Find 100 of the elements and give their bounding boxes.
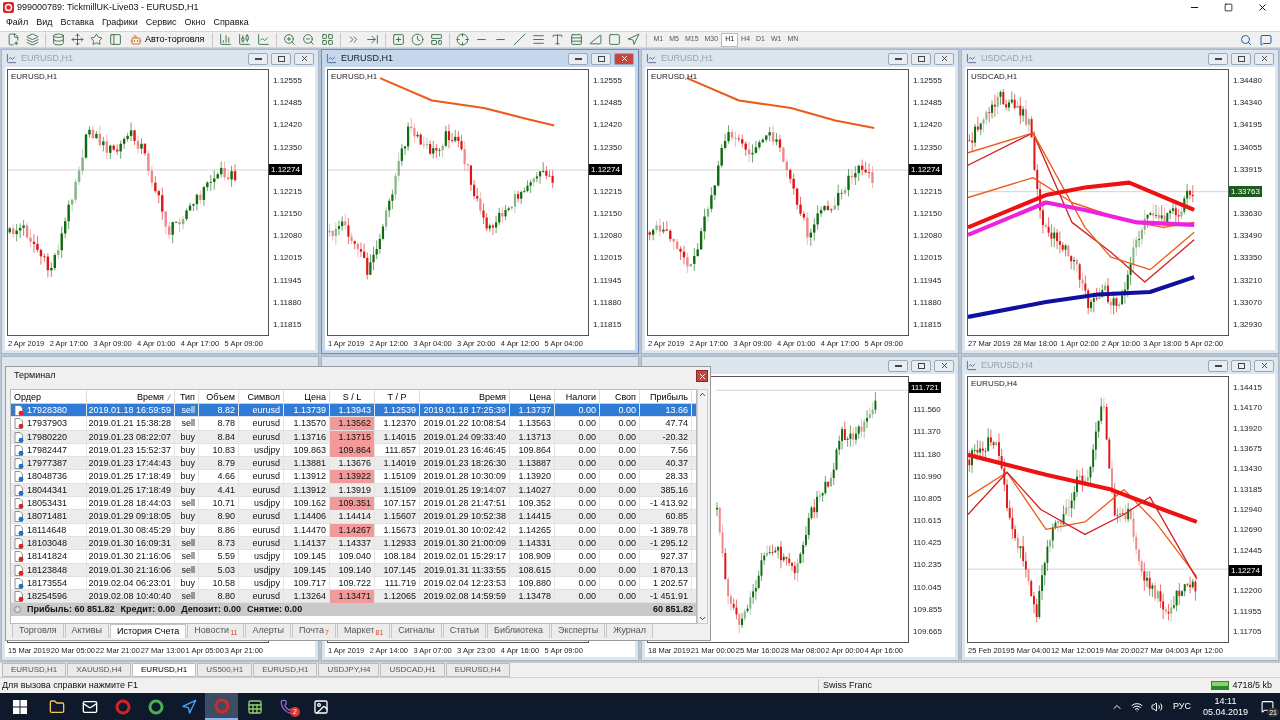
clock-icon[interactable] (411, 33, 425, 46)
image-icon (312, 698, 329, 715)
chart-tab[interactable]: EURUSD,H1 (253, 663, 318, 677)
minimize-button[interactable] (248, 52, 268, 65)
price-label: 1.12015 (272, 252, 303, 264)
clock-time[interactable]: 14:11 (1214, 695, 1237, 707)
menu-item[interactable]: Вид (32, 16, 57, 30)
chart-tab[interactable]: US500,H1 (197, 663, 253, 677)
close-button[interactable] (614, 52, 634, 65)
tab[interactable]: Алерты (245, 624, 292, 638)
chart-tab[interactable]: EURUSD,H1 (132, 663, 197, 677)
line-chart-icon[interactable] (257, 33, 271, 46)
restore-button[interactable] (1231, 52, 1251, 65)
maximize-icon[interactable] (1224, 3, 1233, 12)
menu-item[interactable]: Графики (97, 16, 142, 30)
summary-text: Депозит: 0.00 (181, 603, 241, 617)
table-cell: eurusd (239, 483, 284, 497)
table-row[interactable]: 17977387 2019.01.23 17:44:43 buy 8.79 eurusd 1.13881 1.13676 1.14019 2019.01.23 18:26:30 1.13887 0.00 0.00 40.37 (11, 457, 696, 471)
text-icon[interactable] (551, 33, 565, 46)
restore-button[interactable] (1231, 359, 1251, 372)
current-price-tag: 1.12274 (269, 163, 302, 175)
close-button[interactable] (1254, 52, 1274, 65)
tile-windows-icon[interactable] (321, 33, 335, 46)
tab[interactable]: Журнал (606, 624, 654, 638)
star-icon[interactable] (90, 33, 103, 46)
table-cell: 2019.01.30 10:02:42 (420, 523, 510, 537)
scroll-up-icon[interactable] (698, 390, 707, 399)
menu-item[interactable]: Вставка (56, 16, 98, 30)
chart-tab[interactable]: EURUSD,H1 (2, 663, 67, 677)
close-button[interactable] (696, 370, 708, 382)
close-button[interactable] (934, 52, 954, 65)
current-price-tag: 1.12274 (909, 163, 942, 175)
chart-tab[interactable]: EURUSD,H4 (445, 663, 510, 677)
tab[interactable]: Эксперты (550, 624, 606, 638)
scroll-down-icon[interactable] (698, 614, 707, 623)
minimize-button[interactable] (888, 52, 908, 65)
tab[interactable]: История Счета (110, 624, 187, 638)
table-cell: 1.15607 (375, 510, 420, 524)
chart-tab[interactable]: USDCAD,H1 (380, 663, 445, 677)
table-cell: sell (175, 550, 199, 564)
bar-chart-icon[interactable] (219, 33, 233, 46)
table-cell: 108.615 (510, 563, 555, 577)
windows-logo-icon (13, 699, 27, 714)
menu-item[interactable]: Сервис (141, 16, 181, 30)
table-cell: eurusd (239, 470, 284, 484)
table-cell: 2019.01.29 10:52:38 (420, 510, 510, 524)
restore-button[interactable] (911, 52, 931, 65)
menu-item[interactable]: Справка (209, 16, 253, 30)
close-button[interactable] (294, 52, 314, 65)
table-cell: eurusd (239, 430, 284, 444)
close-button[interactable] (934, 359, 954, 372)
zoom-in-icon[interactable] (283, 33, 297, 46)
minimize-button[interactable] (568, 52, 588, 65)
menu-item[interactable]: Окно (180, 16, 210, 30)
chart-icon (6, 53, 17, 64)
chart-tab[interactable]: XAUUSD,H4 (67, 663, 132, 677)
profiles-icon[interactable] (26, 33, 39, 46)
restore-button[interactable] (591, 52, 611, 65)
volume-icon[interactable] (1150, 700, 1163, 713)
summary-text: Прибыль: 60 851.82 (27, 603, 115, 617)
autotrading-button[interactable]: Авто-торговля (127, 32, 208, 47)
table-row[interactable]: 18071481 2019.01.29 09:18:05 buy 8.90 eurusd 1.14406 1.14414 1.15607 2019.01.29 10:52:38 1.14415 0.00 0.00 60.85 (11, 510, 696, 524)
candlestick-icon[interactable] (238, 33, 252, 46)
table-row[interactable]: 17928380 2019.01.18 16:59:59 sell 8.82 eurusd 1.13739 1.13943 1.12539 2019.01.18 17:25:39 1.13737 0.00 0.00 13.66 (11, 404, 696, 418)
chat-icon[interactable] (1260, 33, 1272, 46)
table-row[interactable]: 18254596 2019.02.08 10:40:40 sell 8.80 eurusd 1.13264 1.13471 1.12065 2019.02.08 14:59:59 1.13478 0.00 0.00 -1 451.91 (11, 590, 696, 604)
rectangle-icon[interactable] (608, 33, 622, 46)
price-label: 110.235 (912, 559, 943, 571)
restore-button[interactable] (271, 52, 291, 65)
table-cell: buy (175, 430, 199, 444)
crosshair-icon[interactable] (456, 33, 470, 46)
zoom-out-icon[interactable] (302, 33, 316, 46)
minimize-button[interactable] (1208, 359, 1228, 372)
tab[interactable]: Торговля (12, 624, 64, 638)
menu-item[interactable]: Файл (2, 16, 33, 30)
trendline-icon[interactable] (513, 33, 527, 46)
close-icon[interactable] (1257, 2, 1268, 13)
tab[interactable]: Активы (64, 624, 110, 638)
clock-date[interactable]: 05.04.2019 (1202, 706, 1248, 718)
table-cell: 0.00 (555, 576, 600, 590)
table-cell: 2019.01.29 09:18:05 (87, 510, 175, 524)
table-cell: 2019.01.25 17:18:49 (87, 483, 175, 497)
search-icon[interactable] (1240, 33, 1252, 46)
document-icon (14, 591, 24, 603)
tab[interactable]: Библиотека (486, 624, 550, 638)
tab[interactable]: Сигналы (391, 624, 442, 638)
price-label: 111.180 (912, 448, 942, 460)
restore-button[interactable] (911, 359, 931, 372)
minimize-button[interactable] (1208, 52, 1228, 65)
tab[interactable]: Статьи (442, 624, 486, 638)
summary-text: Снятие: 0.00 (247, 603, 303, 617)
chart-tab[interactable]: USDJPY,H4 (318, 663, 380, 677)
network-icon[interactable] (1130, 700, 1143, 713)
scrollbar[interactable] (697, 389, 708, 624)
language-indicator[interactable]: РУС (1172, 699, 1191, 714)
minimize-button[interactable] (888, 359, 908, 372)
new-chart-icon[interactable] (7, 33, 20, 46)
price-label: 1.11880 (592, 296, 623, 308)
close-button[interactable] (1254, 359, 1274, 372)
table-cell: 2019.01.22 10:08:54 (420, 417, 510, 431)
